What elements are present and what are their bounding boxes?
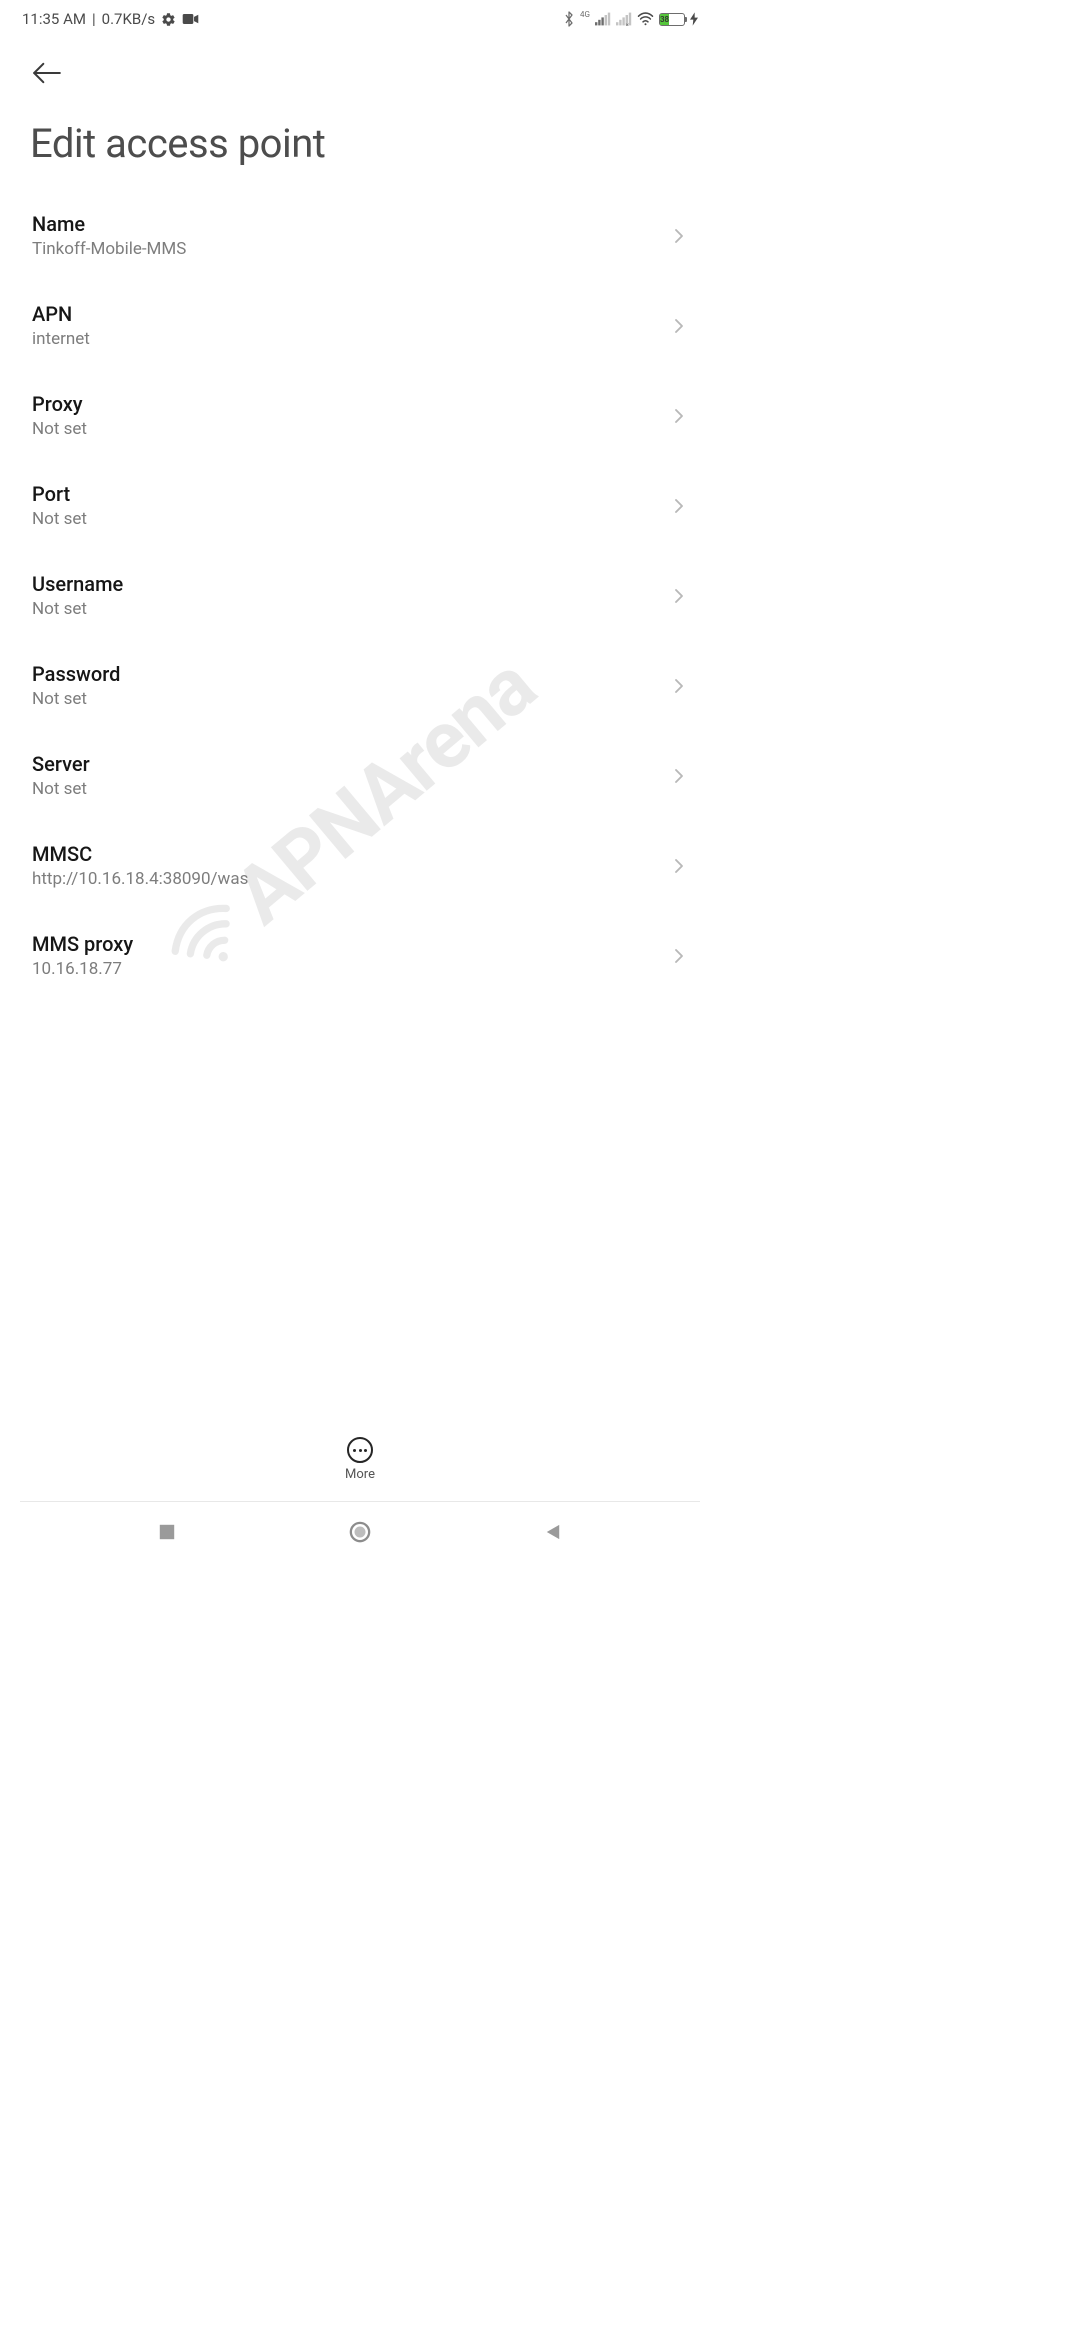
status-net-speed: 0.7KB/s (102, 10, 156, 28)
page-title: Edit access point (0, 90, 720, 191)
chevron-right-icon (670, 947, 688, 965)
setting-item-apn[interactable]: APN internet (10, 281, 710, 371)
setting-item-proxy[interactable]: Proxy Not set (10, 371, 710, 461)
setting-item-mms-proxy[interactable]: MMS proxy 10.16.18.77 (10, 911, 710, 1001)
circle-icon (349, 1521, 371, 1543)
setting-item-server[interactable]: Server Not set (10, 731, 710, 821)
setting-label: Username (32, 572, 660, 596)
divider (20, 1501, 700, 1502)
bluetooth-icon (563, 11, 575, 27)
setting-item-password[interactable]: Password Not set (10, 641, 710, 731)
signal-2-icon: × (616, 12, 632, 26)
setting-item-mmsc[interactable]: MMSC http://10.16.18.4:38090/was (10, 821, 710, 911)
setting-value: Not set (32, 509, 660, 529)
network-type-label: 4G (580, 10, 590, 19)
setting-item-port[interactable]: Port Not set (10, 461, 710, 551)
chevron-right-icon (670, 587, 688, 605)
chevron-right-icon (670, 857, 688, 875)
camera-icon (182, 13, 199, 25)
more-icon (347, 1437, 373, 1463)
signal-1-icon (595, 12, 611, 26)
chevron-right-icon (670, 317, 688, 335)
setting-value: Tinkoff-Mobile-MMS (32, 239, 660, 259)
setting-label: MMSC (32, 842, 660, 866)
setting-label: Port (32, 482, 660, 506)
square-icon (158, 1523, 176, 1541)
battery-icon: 38 (659, 13, 685, 26)
wifi-status-icon (637, 12, 654, 26)
chevron-right-icon (670, 227, 688, 245)
svg-text:×: × (626, 21, 630, 26)
back-button[interactable] (30, 56, 64, 90)
setting-label: Proxy (32, 392, 660, 416)
setting-value: Not set (32, 599, 660, 619)
chevron-right-icon (670, 767, 688, 785)
nav-recent-button[interactable] (137, 1512, 197, 1552)
chevron-right-icon (670, 407, 688, 425)
setting-value: Not set (32, 779, 660, 799)
settings-list: Name Tinkoff-Mobile-MMS APN internet Pro… (0, 191, 720, 1001)
battery-percent-label: 38 (660, 14, 669, 25)
setting-item-username[interactable]: Username Not set (10, 551, 710, 641)
more-label: More (345, 1467, 375, 1482)
more-action[interactable]: More (0, 1437, 720, 1492)
status-time: 11:35 AM (22, 10, 86, 28)
arrow-left-icon (32, 62, 62, 84)
setting-value: 10.16.18.77 (32, 959, 660, 979)
setting-label: APN (32, 302, 660, 326)
setting-value: http://10.16.18.4:38090/was (32, 869, 660, 889)
chevron-right-icon (670, 677, 688, 695)
setting-label: Server (32, 752, 660, 776)
setting-value: Not set (32, 689, 660, 709)
setting-label: MMS proxy (32, 932, 660, 956)
navigation-bar (0, 1504, 720, 1560)
nav-home-button[interactable] (330, 1512, 390, 1552)
status-bar: 11:35 AM | 0.7KB/s 4G × (0, 0, 720, 38)
chevron-right-icon (670, 497, 688, 515)
nav-back-button[interactable] (523, 1512, 583, 1552)
gear-icon (161, 12, 176, 27)
setting-value: internet (32, 329, 660, 349)
triangle-left-icon (545, 1523, 561, 1541)
setting-value: Not set (32, 419, 660, 439)
setting-label: Password (32, 662, 660, 686)
setting-item-name[interactable]: Name Tinkoff-Mobile-MMS (10, 191, 710, 281)
setting-label: Name (32, 212, 660, 236)
charging-icon (690, 12, 698, 26)
